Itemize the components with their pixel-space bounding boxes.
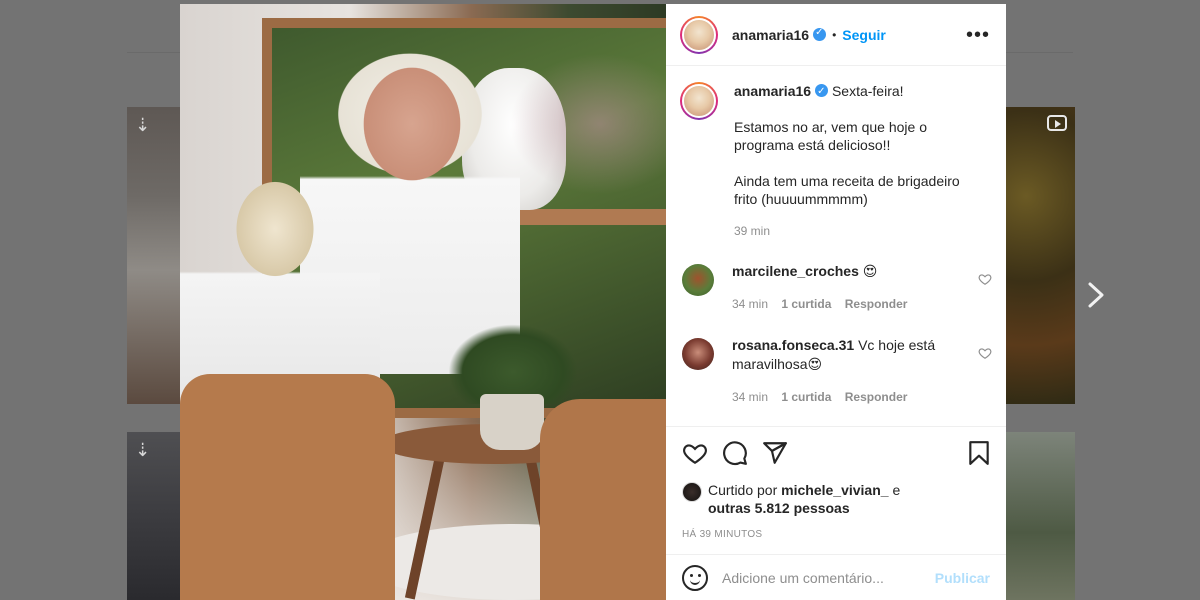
reel-icon xyxy=(1047,115,1067,131)
comment-item: marcilene_croches 😍 34 min 1 curtida Res… xyxy=(680,262,992,314)
comment-input[interactable] xyxy=(722,569,935,586)
reply-button[interactable]: Responder xyxy=(845,297,908,311)
author-avatar[interactable] xyxy=(680,15,718,54)
ellipsis-icon[interactable]: ••• xyxy=(966,25,990,45)
image-plant xyxy=(448,324,578,404)
image-chair xyxy=(540,399,666,600)
caption-first-line: Sexta-feira! xyxy=(831,83,904,99)
image-pot xyxy=(480,394,544,450)
post-modal: anamaria16 • Seguir ••• anamaria16 Sexta… xyxy=(180,4,1006,600)
likes-others-link[interactable]: outras 5.812 pessoas xyxy=(708,500,850,516)
likes-summary: Curtido por michele_vivian_ e outras 5.8… xyxy=(682,481,992,517)
author-avatar[interactable] xyxy=(680,82,718,120)
comment-likes[interactable]: 1 curtida xyxy=(781,390,831,404)
comment-username[interactable]: rosana.fonseca.31 xyxy=(732,337,854,353)
post-header: anamaria16 • Seguir ••• xyxy=(666,4,1006,66)
share-icon[interactable] xyxy=(762,440,788,466)
post-timestamp[interactable]: HÁ 39 MINUTOS xyxy=(682,529,992,540)
likes-prefix: Curtido por xyxy=(708,482,778,498)
next-post-button[interactable] xyxy=(1084,278,1108,312)
comments-list[interactable]: anamaria16 Sexta-feira! Estamos no ar, v… xyxy=(666,66,1006,426)
author-username[interactable]: anamaria16 xyxy=(732,27,809,43)
follow-button[interactable]: Seguir xyxy=(842,27,886,43)
arrow-down-icon: ⇣ xyxy=(135,115,151,135)
post-sidebar: anamaria16 • Seguir ••• anamaria16 Sexta… xyxy=(666,4,1006,600)
heart-icon[interactable] xyxy=(978,272,992,286)
comment-item: rosana.fonseca.31 Vc hoje está maravilho… xyxy=(680,336,992,407)
commenter-avatar[interactable] xyxy=(682,338,714,370)
comment-time[interactable]: 34 min xyxy=(732,390,768,404)
commenter-avatar[interactable] xyxy=(682,264,714,296)
caption-time[interactable]: 39 min xyxy=(734,222,984,240)
caption-paragraph: Ainda tem uma receita de brigadeiro frit… xyxy=(734,173,960,207)
bookmark-icon[interactable] xyxy=(966,440,992,466)
post-actions: Curtido por michele_vivian_ e outras 5.8… xyxy=(666,426,1006,554)
grid-thumbnail[interactable]: ⇣ xyxy=(127,107,181,404)
grid-thumbnail[interactable] xyxy=(1005,432,1075,600)
emoji-icon[interactable] xyxy=(682,564,708,591)
heart-icon[interactable] xyxy=(682,440,708,466)
separator-dot: • xyxy=(832,27,837,42)
verified-badge-icon xyxy=(815,83,829,101)
chevron-right-icon xyxy=(1088,282,1104,308)
caption-username[interactable]: anamaria16 xyxy=(734,83,811,99)
verified-badge-icon xyxy=(813,27,827,41)
add-comment-bar: Publicar xyxy=(666,554,1006,600)
arrow-down-icon: ⇣ xyxy=(135,440,151,460)
likes-connector: e xyxy=(892,482,901,498)
liker-avatar[interactable] xyxy=(682,482,702,502)
caption-paragraph: Estamos no ar, vem que hoje o programa e… xyxy=(734,119,927,153)
image-chair xyxy=(180,374,395,600)
reply-button[interactable]: Responder xyxy=(845,390,908,404)
grid-thumbnail[interactable] xyxy=(1005,107,1075,404)
image-person-guest xyxy=(180,159,380,409)
caption: anamaria16 Sexta-feira! Estamos no ar, v… xyxy=(680,82,992,240)
comment-username[interactable]: marcilene_croches xyxy=(732,263,859,279)
heart-icon[interactable] xyxy=(978,346,992,360)
comment-time[interactable]: 34 min xyxy=(732,297,768,311)
grid-thumbnail[interactable]: ⇣ xyxy=(127,432,181,600)
caption-body: anamaria16 Sexta-feira! Estamos no ar, v… xyxy=(734,82,984,240)
comment-text: 😍 xyxy=(862,263,878,279)
post-image[interactable] xyxy=(180,4,666,600)
liker-username[interactable]: michele_vivian_ xyxy=(781,482,888,498)
comment-icon[interactable] xyxy=(722,440,748,466)
publish-button[interactable]: Publicar xyxy=(935,570,990,586)
comment-likes[interactable]: 1 curtida xyxy=(781,297,831,311)
